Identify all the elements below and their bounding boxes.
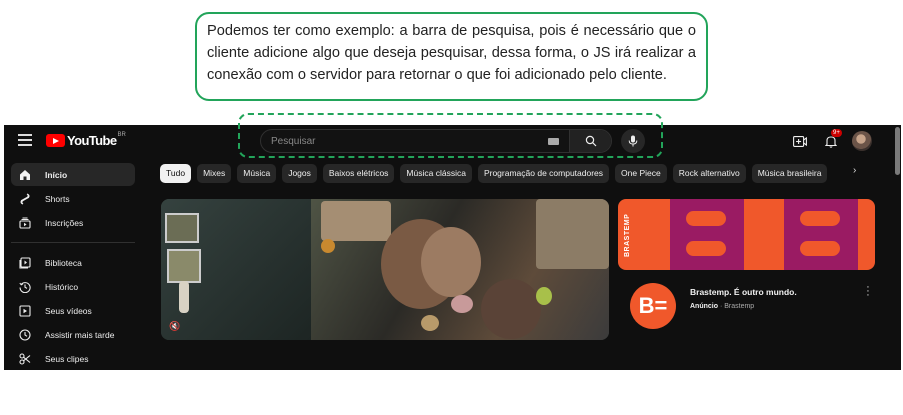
- sidebar: Início Shorts Inscrições Biblioteca Hist…: [4, 163, 139, 370]
- annotation-callout: Podemos ter como exemplo: a barra de pes…: [195, 12, 708, 101]
- notification-badge: 9+: [831, 129, 842, 137]
- sidebar-item-inicio[interactable]: Início: [11, 163, 135, 186]
- sidebar-divider: [11, 242, 135, 243]
- sidebar-item-seus-videos[interactable]: Seus vídeos: [11, 299, 135, 322]
- sidebar-item-label: Assistir mais tarde: [45, 329, 115, 340]
- brastemp-logo-icon[interactable]: B=: [630, 283, 676, 329]
- mute-icon[interactable]: 🔇: [169, 321, 180, 332]
- clips-icon: [19, 352, 31, 365]
- chip-tudo[interactable]: Tudo: [160, 164, 192, 183]
- menu-icon[interactable]: [18, 134, 32, 146]
- sidebar-item-label: Shorts: [45, 193, 70, 204]
- shorts-icon: [20, 192, 30, 205]
- subscriptions-icon: [19, 217, 31, 229]
- video-thumbnail[interactable]: 🔇: [161, 199, 609, 340]
- sidebar-item-label: Seus clipes: [45, 353, 89, 364]
- ad-letter-b: [670, 199, 744, 270]
- collage-object: [451, 295, 473, 313]
- sidebar-item-biblioteca[interactable]: Biblioteca: [11, 251, 135, 274]
- collage-object: [421, 315, 439, 331]
- avatar[interactable]: [852, 131, 872, 151]
- home-icon: [20, 169, 30, 180]
- library-icon: [19, 256, 31, 269]
- notifications-button[interactable]: 9+: [821, 129, 842, 151]
- collage-object: [321, 239, 335, 253]
- sidebar-item-label: Seus vídeos: [45, 305, 92, 316]
- collage-object: [536, 287, 552, 305]
- collage-photo: [321, 201, 391, 241]
- ad-separator: ·: [719, 303, 723, 310]
- ad-banner-brand: BRASTEMP: [624, 213, 631, 257]
- sidebar-item-inscricoes[interactable]: Inscrições: [11, 211, 135, 234]
- sidebar-item-label: Biblioteca: [45, 257, 82, 268]
- logo-region: BR: [117, 131, 126, 138]
- your-videos-icon: [19, 304, 31, 317]
- video-wall: [161, 199, 311, 340]
- youtube-window: YouTube BR 9+: [4, 125, 901, 370]
- ad-letter-b: [784, 199, 858, 270]
- video-collage: [311, 199, 609, 340]
- ad-letter-cutout: [686, 241, 726, 256]
- video-figure: [179, 281, 189, 313]
- annotation-text: Podemos ter como exemplo: a barra de pes…: [207, 23, 696, 83]
- chip-rock-alternativo[interactable]: Rock alternativo: [672, 164, 746, 183]
- ad-channel[interactable]: Brastemp: [724, 303, 754, 310]
- sidebar-item-historico[interactable]: Histórico: [11, 275, 135, 298]
- ad-letter-cutout: [800, 211, 840, 226]
- create-button[interactable]: [790, 131, 810, 151]
- sidebar-item-assistir-mais-tarde[interactable]: Assistir mais tarde: [11, 323, 135, 346]
- ad-title[interactable]: Brastemp. É outro mundo.: [690, 287, 797, 297]
- sidebar-item-label: Início: [45, 169, 68, 180]
- sidebar-item-label: Inscrições: [45, 217, 84, 228]
- ad-label: Anúncio: [690, 303, 718, 310]
- collage-face: [421, 227, 481, 297]
- logo-text: YouTube: [67, 133, 117, 148]
- search-highlight-box: [238, 113, 663, 158]
- page: Podemos ter como exemplo: a barra de pes…: [0, 0, 903, 415]
- youtube-logo[interactable]: YouTube BR: [46, 131, 126, 148]
- sidebar-item-shorts[interactable]: Shorts: [11, 187, 135, 210]
- collage-photo: [536, 199, 609, 269]
- video-photo: [167, 249, 201, 283]
- watch-later-icon: [19, 328, 31, 341]
- chip-musica-brasileira[interactable]: Música brasileira: [751, 164, 828, 183]
- chip-musica[interactable]: Música: [237, 164, 277, 183]
- chip-baixos-eletricos[interactable]: Baixos elétricos: [322, 164, 395, 183]
- chip-musica-classica[interactable]: Música clássica: [400, 164, 472, 183]
- ad-letter-cutout: [800, 241, 840, 256]
- filter-chips: Tudo Mixes Música Jogos Baixos elétricos…: [160, 164, 868, 183]
- collage-face: [481, 279, 541, 339]
- ad-meta: Anúncio · Brastemp: [690, 303, 754, 310]
- sidebar-item-label: Histórico: [45, 281, 79, 292]
- video-photo: [165, 213, 199, 243]
- chevron-right-icon[interactable]: ›: [853, 165, 856, 176]
- chip-one-piece[interactable]: One Piece: [615, 164, 667, 183]
- scrollbar[interactable]: [895, 127, 900, 175]
- history-icon: [19, 281, 31, 293]
- youtube-play-icon: [46, 134, 65, 147]
- chip-programacao[interactable]: Programação de computadores: [477, 164, 610, 183]
- chip-mixes[interactable]: Mixes: [197, 164, 232, 183]
- ad-letter-cutout: [686, 211, 726, 226]
- header-actions: 9+: [790, 129, 872, 151]
- more-options-icon[interactable]: · · ·: [864, 282, 872, 301]
- ad-banner[interactable]: BRASTEMP: [618, 199, 875, 270]
- sidebar-item-seus-clipes[interactable]: Seus clipes: [11, 347, 135, 370]
- chip-jogos[interactable]: Jogos: [282, 164, 317, 183]
- create-icon: [793, 135, 807, 147]
